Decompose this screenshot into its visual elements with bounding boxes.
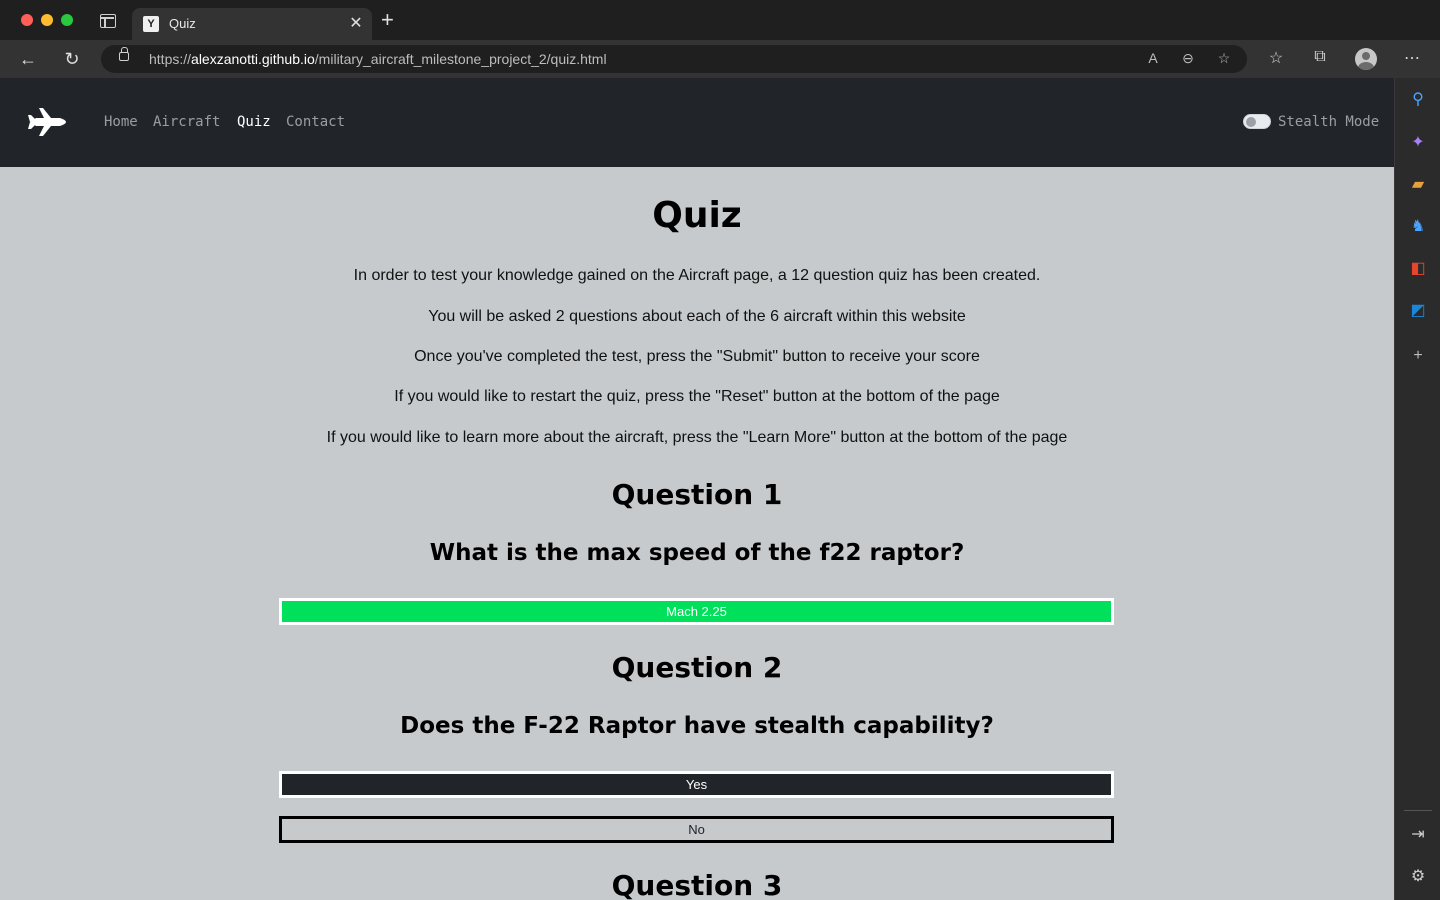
office-icon[interactable]: ◧ xyxy=(1408,259,1428,279)
intro-paragraph: In order to test your knowledge gained o… xyxy=(353,267,1041,284)
url-host: alexzanotti.github.io xyxy=(191,51,315,67)
intro-paragraph: If you would like to restart the quiz, p… xyxy=(394,388,1000,405)
nav-link-quiz[interactable]: Quiz xyxy=(237,114,271,130)
nav-link-contact[interactable]: Contact xyxy=(286,114,345,130)
games-icon[interactable]: ♞ xyxy=(1408,217,1428,237)
answer-button-no[interactable]: No xyxy=(279,816,1114,843)
reload-icon[interactable]: ↻ xyxy=(61,48,83,70)
intro-paragraph: Once you've completed the test, press th… xyxy=(414,348,980,365)
question-heading: Question 1 xyxy=(611,478,783,511)
web-page: Home Aircraft Quiz Contact Stealth Mode … xyxy=(0,78,1394,900)
browser-tab[interactable]: Y Quiz ✕ xyxy=(132,8,372,40)
lock-icon xyxy=(119,47,129,61)
tab-actions-icon[interactable] xyxy=(100,14,116,28)
hide-sidebar-icon[interactable]: ⇥ xyxy=(1408,825,1428,845)
intro-paragraph: You will be asked 2 questions about each… xyxy=(428,308,966,325)
question-heading: Question 2 xyxy=(611,651,783,684)
url-field[interactable]: https://alexzanotti.github.io/military_a… xyxy=(101,45,1247,73)
copilot-icon[interactable]: ✦ xyxy=(1408,133,1428,153)
url-prefix: https:// xyxy=(149,51,192,67)
stealth-mode-toggle[interactable] xyxy=(1243,114,1271,129)
close-window-button[interactable] xyxy=(21,14,33,26)
intro-paragraph: If you would like to learn more about th… xyxy=(326,429,1068,446)
sidebar-settings-icon[interactable]: ⚙ xyxy=(1408,867,1428,887)
back-icon[interactable]: ← xyxy=(17,48,39,70)
search-icon[interactable]: ⚲ xyxy=(1408,90,1428,110)
page-title: Quiz xyxy=(652,195,742,236)
tools-icon[interactable]: ▰ xyxy=(1408,175,1428,195)
question-text: What is the max speed of the f22 raptor? xyxy=(429,540,965,566)
question-text: Does the F-22 Raptor have stealth capabi… xyxy=(400,713,994,739)
collections-icon[interactable]: ⧉ xyxy=(1310,48,1330,66)
stealth-mode-label: Stealth Mode xyxy=(1278,114,1380,130)
read-aloud-icon[interactable]: A xyxy=(1144,50,1162,66)
jet-logo-icon[interactable] xyxy=(28,106,66,138)
address-bar-row: ← ↻ https://alexzanotti.github.io/milita… xyxy=(0,40,1440,78)
add-sidebar-app-icon[interactable]: + xyxy=(1408,346,1428,366)
zoom-icon[interactable]: ⊖ xyxy=(1179,50,1197,67)
close-tab-icon[interactable]: ✕ xyxy=(348,13,364,33)
favorites-icon[interactable]: ☆ xyxy=(1266,48,1286,68)
browser-sidebar: ⚲ ✦ ▰ ♞ ◧ ◩ + ⇥ ⚙ xyxy=(1394,78,1440,900)
add-favorite-icon[interactable]: ☆ xyxy=(1215,50,1233,67)
nav-link-aircraft[interactable]: Aircraft xyxy=(153,114,220,130)
more-menu-icon[interactable]: ⋯ xyxy=(1402,48,1422,68)
question-heading: Question 3 xyxy=(611,869,783,900)
nav-link-home[interactable]: Home xyxy=(104,114,138,130)
outlook-icon[interactable]: ◩ xyxy=(1408,301,1428,321)
url-path: /military_aircraft_milestone_project_2/q… xyxy=(314,51,607,67)
browser-tab-bar: Y Quiz ✕ + xyxy=(0,0,1440,40)
profile-avatar[interactable] xyxy=(1355,48,1377,70)
site-navbar: Home Aircraft Quiz Contact Stealth Mode xyxy=(0,78,1394,167)
maximize-window-button[interactable] xyxy=(61,14,73,26)
minimize-window-button[interactable] xyxy=(41,14,53,26)
sidebar-divider xyxy=(1404,810,1432,811)
answer-button-correct[interactable]: Mach 2.25 xyxy=(279,598,1114,625)
url-text[interactable]: https://alexzanotti.github.io/military_a… xyxy=(149,51,607,67)
new-tab-icon[interactable]: + xyxy=(381,9,394,31)
tab-title: Quiz xyxy=(169,16,196,31)
favicon-icon: Y xyxy=(143,16,159,32)
answer-button-yes[interactable]: Yes xyxy=(279,771,1114,798)
